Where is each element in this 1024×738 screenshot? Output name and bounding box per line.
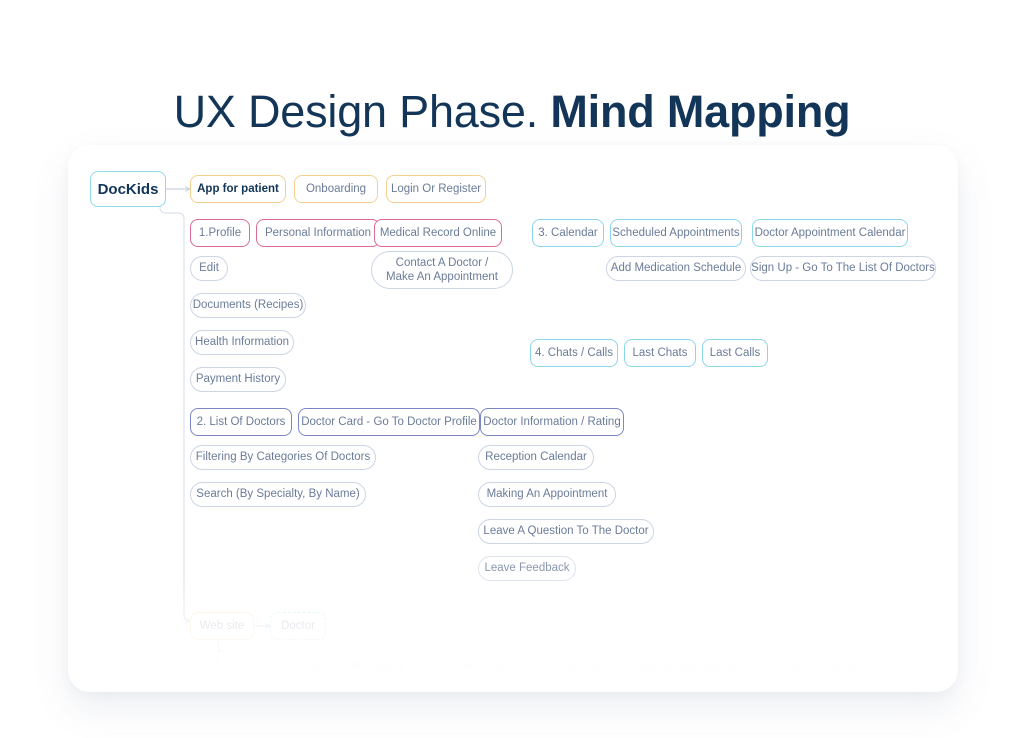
node-personal-information[interactable]: Personal Information [256, 219, 380, 247]
node-label: Scheduled Appointments [612, 226, 740, 239]
node-chats-calls[interactable]: 4. Chats / Calls [530, 339, 618, 367]
node-label: Doctor Card - Go To Doctor Profile [301, 415, 477, 428]
node-label: Sign Up - Go To The List Of Doctors [751, 262, 935, 274]
node-label: 4. Chats / Calls [535, 346, 613, 359]
node-my-rating-reviews[interactable]: My Rating, Reviews About Me [338, 653, 518, 681]
node-root[interactable]: DocKids [90, 171, 166, 207]
node-doctor-profile[interactable]: 1. Profile [270, 653, 332, 681]
node-doctor-scheduled-appointments[interactable]: Scheduled Appointments [618, 653, 754, 681]
node-payment-history[interactable]: Payment History [190, 367, 286, 392]
node-leave-a-question[interactable]: Leave A Question To The Doctor [478, 519, 654, 544]
node-sign-up-go-to-list[interactable]: Sign Up - Go To The List Of Doctors [750, 256, 936, 281]
node-label: Search (By Specialty, By Name) [196, 488, 360, 500]
node-search-by-specialty[interactable]: Search (By Specialty, By Name) [190, 482, 366, 507]
node-label: Health Information [195, 336, 289, 348]
node-last-chats[interactable]: Last Chats [624, 339, 696, 367]
node-label: Last Calls [709, 346, 761, 359]
node-last-calls[interactable]: Last Calls [702, 339, 768, 367]
node-label: Making An Appointment [486, 488, 608, 500]
node-web-site[interactable]: Web site [190, 612, 254, 640]
node-label: Contact A Doctor / Make An Appointment [386, 257, 498, 283]
node-doctor-information-rating[interactable]: Doctor Information / Rating [480, 408, 624, 436]
node-label: 1. Profile [278, 660, 324, 673]
node-label: 2. Calendar [542, 660, 602, 673]
node-label: 3. Calendar [538, 226, 598, 239]
node-label: Scheduled Appointments [622, 660, 750, 673]
node-label: My Rating, Reviews About Me [351, 660, 505, 673]
node-label: Login Or Register [390, 182, 482, 195]
node-doctor-calendar[interactable]: 2. Calendar [532, 653, 612, 681]
node-personal-calendar[interactable]: Personal Calendar [760, 653, 872, 681]
node-label: Personal Calendar [768, 660, 864, 673]
node-contact-a-doctor[interactable]: Contact A Doctor / Make An Appointment [371, 251, 513, 289]
mindmap-canvas: DocKids App for patient Onboarding Login… [68, 145, 958, 692]
node-label: Edit [199, 262, 219, 274]
node-label: Last Chats [632, 346, 688, 359]
node-scheduled-appointments[interactable]: Scheduled Appointments [610, 219, 742, 247]
node-list-of-doctors[interactable]: 2. List Of Doctors [190, 408, 292, 436]
node-edit[interactable]: Edit [190, 256, 228, 281]
node-label: Web site [199, 619, 245, 632]
node-label: Doctor Information / Rating [483, 415, 621, 428]
node-label: Doctor [281, 619, 315, 632]
node-label: Leave A Question To The Doctor [483, 525, 649, 537]
node-login-or-register[interactable]: Login Or Register [386, 175, 486, 203]
page-title-bold: Mind Mapping [550, 86, 851, 138]
node-app-for-patient[interactable]: App for patient [190, 175, 286, 203]
page-title: UX Design Phase. Mind Mapping [0, 82, 1024, 142]
node-leave-feedback[interactable]: Leave Feedback [478, 556, 576, 581]
node-filtering-by-categories[interactable]: Filtering By Categories Of Doctors [190, 445, 376, 470]
page-title-light: UX Design Phase. [173, 86, 539, 138]
node-doctor-appointment-calendar[interactable]: Doctor Appointment Calendar [752, 219, 908, 247]
node-medical-record-online[interactable]: Medical Record Online [374, 219, 502, 247]
node-label: 2. List Of Doctors [196, 415, 286, 428]
node-label: 1.Profile [198, 226, 242, 239]
node-label: DocKids [97, 180, 159, 198]
node-add-medication-schedule[interactable]: Add Medication Schedule [606, 256, 746, 281]
node-label: Documents (Recipes) [192, 299, 304, 311]
node-label: Filtering By Categories Of Doctors [195, 451, 371, 463]
node-onboarding[interactable]: Onboarding [294, 175, 378, 203]
node-reception-calendar[interactable]: Reception Calendar [478, 445, 594, 470]
node-doctor-card[interactable]: Doctor Card - Go To Doctor Profile [298, 408, 480, 436]
node-label: Payment History [195, 373, 281, 385]
node-label: Add Medication Schedule [610, 262, 742, 274]
node-label: Personal Information [264, 226, 372, 239]
node-label: App for patient [197, 182, 279, 195]
node-label: Medical Record Online [379, 226, 497, 239]
node-profile[interactable]: 1.Profile [190, 219, 250, 247]
node-documents-recipes[interactable]: Documents (Recipes) [190, 293, 306, 318]
node-health-information[interactable]: Health Information [190, 330, 294, 355]
node-label: Leave Feedback [484, 562, 570, 574]
node-label: Doctor Appointment Calendar [754, 226, 906, 239]
node-doctor[interactable]: Doctor [270, 612, 326, 640]
mindmap-card: DocKids App for patient Onboarding Login… [68, 145, 958, 692]
node-making-an-appointment[interactable]: Making An Appointment [478, 482, 616, 507]
node-label: Reception Calendar [485, 451, 587, 463]
node-label: Onboarding [305, 182, 367, 195]
node-calendar[interactable]: 3. Calendar [532, 219, 604, 247]
